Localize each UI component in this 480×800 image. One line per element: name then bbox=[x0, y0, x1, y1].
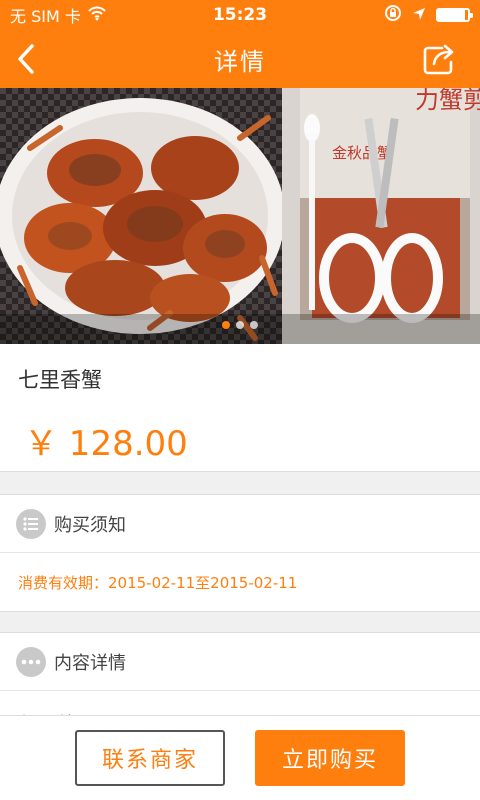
rotation-lock-icon bbox=[384, 4, 402, 26]
wifi-icon bbox=[87, 5, 107, 25]
carousel-dots[interactable] bbox=[0, 321, 480, 335]
carrier-label: 无 SIM 卡 bbox=[10, 7, 81, 26]
status-right bbox=[310, 4, 473, 26]
contact-merchant-button[interactable]: 联系商家 bbox=[75, 730, 225, 786]
share-button[interactable] bbox=[422, 42, 458, 76]
status-bar: 无 SIM 卡 15:23 bbox=[0, 0, 480, 30]
product-image-carousel[interactable]: 金秋品蟹 力蟹剪 bbox=[0, 88, 480, 344]
purchase-notes-header: 购买须知 bbox=[0, 495, 480, 553]
package-text-right: 力蟹剪 bbox=[415, 88, 480, 114]
page-title: 详情 bbox=[214, 47, 266, 76]
validity-period: 消费有效期：2015-02-11至2015-02-11 bbox=[18, 573, 298, 592]
purchase-notes-section: 购买须知 消费有效期：2015-02-11至2015-02-11 bbox=[0, 494, 480, 612]
product-name: 七里香蟹 bbox=[18, 368, 102, 392]
more-dots-icon bbox=[16, 646, 46, 677]
carousel-dot[interactable] bbox=[236, 321, 244, 329]
product-photo: 金秋品蟹 力蟹剪 bbox=[0, 88, 480, 344]
status-time: 15:23 bbox=[212, 5, 268, 25]
carousel-dot[interactable] bbox=[222, 321, 230, 329]
product-info: 七里香蟹 ￥ 128.00 bbox=[0, 344, 480, 472]
chevron-left-icon bbox=[18, 44, 34, 74]
battery-icon bbox=[436, 8, 473, 22]
nav-bar: 详情 bbox=[0, 30, 480, 88]
carousel-dot[interactable] bbox=[250, 321, 258, 329]
content-details-title: 内容详情 bbox=[54, 652, 126, 674]
buy-now-button[interactable]: 立即购买 bbox=[255, 730, 405, 786]
location-icon bbox=[412, 6, 426, 25]
battery-level bbox=[438, 10, 465, 20]
product-price: ￥ 128.00 bbox=[24, 424, 188, 464]
content-details-header: 内容详情 bbox=[0, 633, 480, 691]
bottom-action-bar: 联系商家 立即购买 bbox=[0, 715, 480, 800]
package-text-left: 金秋品蟹 bbox=[332, 144, 392, 162]
purchase-notes-title: 购买须知 bbox=[54, 514, 126, 536]
status-left: 无 SIM 卡 bbox=[10, 3, 170, 27]
list-icon bbox=[16, 508, 46, 539]
share-icon bbox=[423, 44, 454, 75]
back-button[interactable] bbox=[8, 40, 44, 78]
